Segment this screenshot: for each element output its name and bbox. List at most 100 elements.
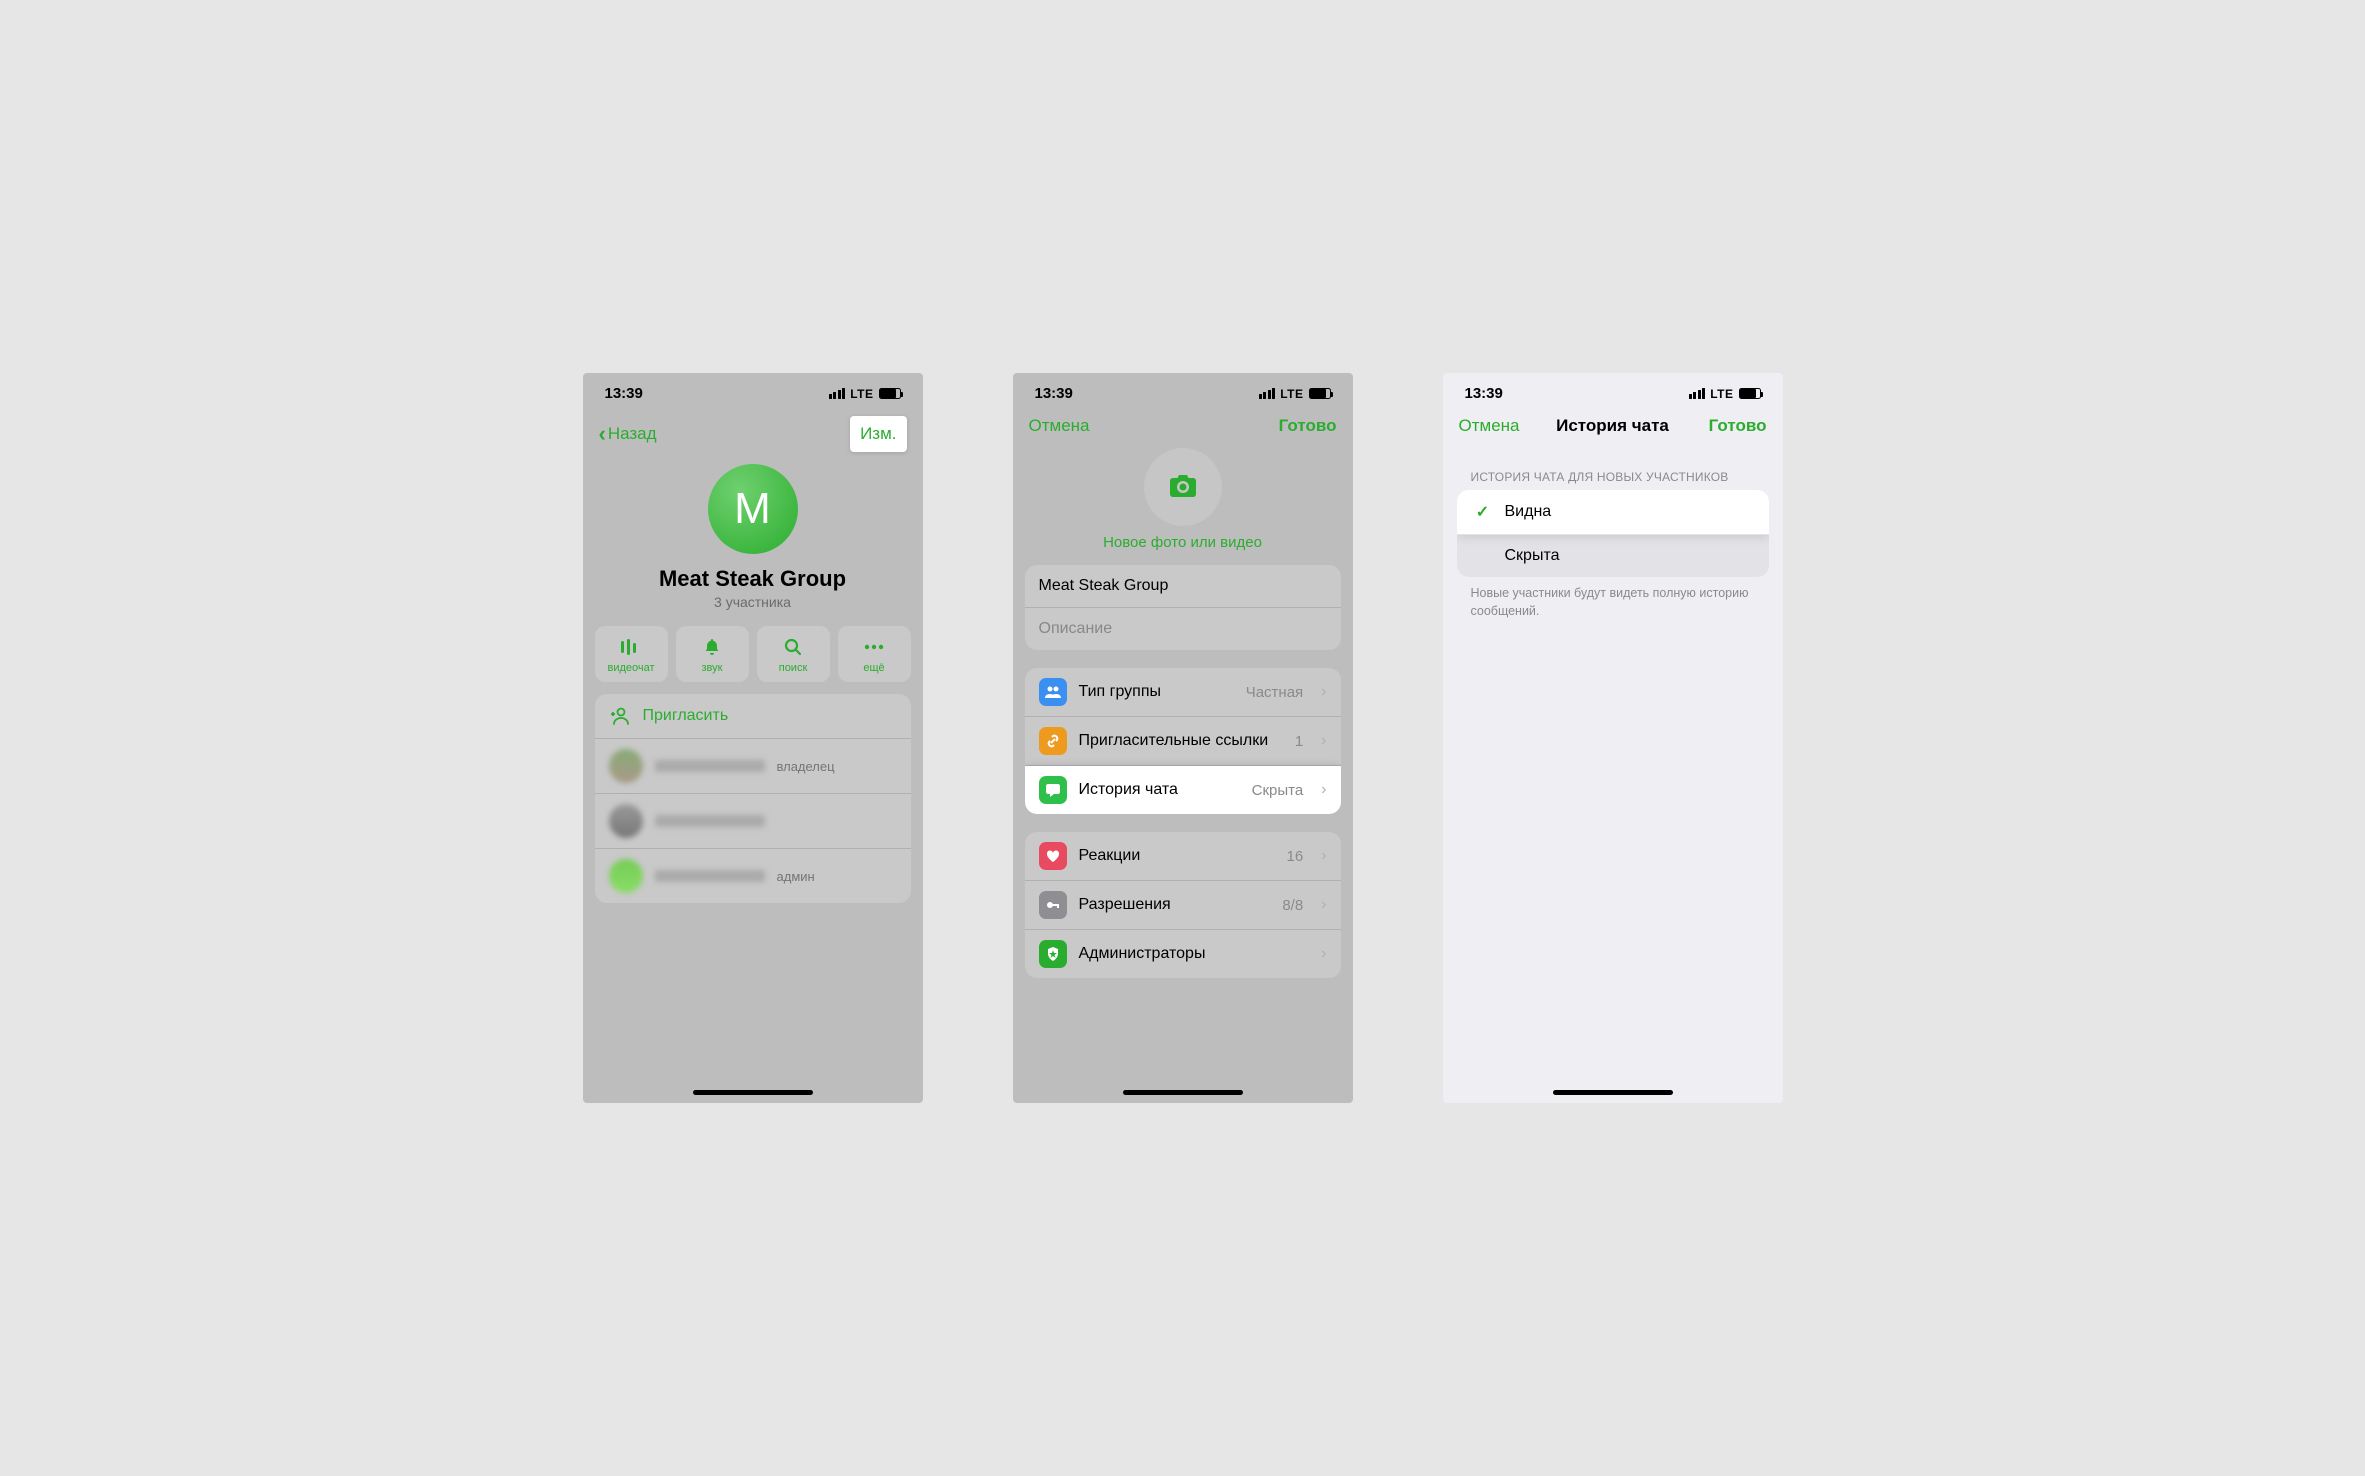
nav-bar: ‹ Назад Изм. xyxy=(583,410,923,464)
chevron-left-icon: ‹ xyxy=(599,423,606,445)
phone-screen-chat-history: 13:39 LTE Отмена История чата Готово ИСТ… xyxy=(1443,373,1783,1103)
avatar-edit-button[interactable] xyxy=(1144,448,1222,526)
members-count: 3 участника xyxy=(595,594,911,610)
admins-row[interactable]: Администраторы › xyxy=(1025,930,1341,978)
chevron-right-icon: › xyxy=(1321,683,1326,701)
nav-bar: Отмена Готово xyxy=(1013,410,1353,448)
done-button[interactable]: Готово xyxy=(1709,416,1767,436)
search-label: поиск xyxy=(779,662,808,674)
status-time: 13:39 xyxy=(1035,385,1073,402)
back-label: Назад xyxy=(608,424,657,444)
section-header: ИСТОРИЯ ЧАТА ДЛЯ НОВЫХ УЧАСТНИКОВ xyxy=(1453,448,1773,490)
settings-block-2: Реакции 16 › Разрешения 8/8 › Администра… xyxy=(1025,832,1341,978)
cancel-label: Отмена xyxy=(1459,416,1520,436)
done-button[interactable]: Готово xyxy=(1279,416,1337,436)
option-hidden-label: Скрыта xyxy=(1505,547,1560,565)
member-role: владелец xyxy=(777,759,835,774)
invite-links-row[interactable]: Пригласительные ссылки 1 › xyxy=(1025,717,1341,766)
description-input[interactable]: Описание xyxy=(1025,608,1341,650)
add-user-icon xyxy=(609,706,631,726)
videochat-button[interactable]: видеочат xyxy=(595,626,668,682)
chevron-right-icon: › xyxy=(1321,847,1326,865)
description-placeholder: Описание xyxy=(1039,620,1113,637)
back-button[interactable]: ‹ Назад xyxy=(599,423,657,445)
member-row[interactable] xyxy=(595,794,911,849)
group-type-label: Тип группы xyxy=(1079,683,1234,701)
option-visible[interactable]: ✓ Видна xyxy=(1457,490,1769,535)
battery-icon xyxy=(879,388,901,399)
member-name-blurred xyxy=(655,870,765,882)
chevron-right-icon: › xyxy=(1321,896,1326,914)
heart-icon xyxy=(1039,842,1067,870)
reactions-label: Реакции xyxy=(1079,847,1275,865)
group-avatar[interactable]: M xyxy=(708,464,798,554)
visibility-options: ✓ Видна Скрыта xyxy=(1457,490,1769,577)
sound-button[interactable]: звук xyxy=(676,626,749,682)
name-description-block: Meat Steak Group Описание xyxy=(1025,565,1341,650)
network-label: LTE xyxy=(1280,387,1303,401)
chat-history-label: История чата xyxy=(1079,781,1240,799)
option-visible-label: Видна xyxy=(1505,503,1552,521)
chat-history-value: Скрыта xyxy=(1252,782,1304,799)
cancel-button[interactable]: Отмена xyxy=(1459,416,1520,436)
network-label: LTE xyxy=(1710,387,1733,401)
more-icon xyxy=(864,636,884,658)
home-indicator xyxy=(693,1090,813,1095)
section-footer: Новые участники будут видеть полную исто… xyxy=(1453,577,1773,628)
shield-icon xyxy=(1039,940,1067,968)
group-type-row[interactable]: Тип группы Частная › xyxy=(1025,668,1341,717)
status-bar: 13:39 LTE xyxy=(1443,373,1783,410)
member-role: админ xyxy=(777,869,815,884)
member-avatar xyxy=(609,749,643,783)
permissions-row[interactable]: Разрешения 8/8 › xyxy=(1025,881,1341,930)
invite-button[interactable]: Пригласить xyxy=(595,694,911,739)
page-title: История чата xyxy=(1556,416,1669,436)
reactions-row[interactable]: Реакции 16 › xyxy=(1025,832,1341,881)
avatar-letter: M xyxy=(734,484,771,534)
phone-screen-group-edit: 13:39 LTE Отмена Готово Новое фото или в… xyxy=(1013,373,1353,1103)
group-type-value: Частная xyxy=(1246,684,1303,701)
search-button[interactable]: поиск xyxy=(757,626,830,682)
network-label: LTE xyxy=(850,387,873,401)
permissions-value: 8/8 xyxy=(1282,897,1303,914)
member-avatar xyxy=(609,804,643,838)
chevron-right-icon: › xyxy=(1321,781,1326,799)
group-title: Meat Steak Group xyxy=(595,566,911,592)
status-bar: 13:39 LTE xyxy=(1013,373,1353,410)
chat-history-row[interactable]: История чата Скрыта › xyxy=(1025,766,1341,814)
admins-label: Администраторы xyxy=(1079,945,1304,963)
more-button[interactable]: ещё xyxy=(838,626,911,682)
key-icon xyxy=(1039,891,1067,919)
cancel-button[interactable]: Отмена xyxy=(1029,416,1090,436)
bell-icon xyxy=(703,636,721,658)
videochat-icon xyxy=(620,636,642,658)
status-time: 13:39 xyxy=(605,385,643,402)
member-row[interactable]: владелец xyxy=(595,739,911,794)
status-bar: 13:39 LTE xyxy=(583,373,923,410)
new-photo-button[interactable]: Новое фото или видео xyxy=(1025,534,1341,551)
more-label: ещё xyxy=(863,662,884,674)
sound-label: звук xyxy=(702,662,723,674)
group-name-value: Meat Steak Group xyxy=(1039,577,1169,594)
permissions-label: Разрешения xyxy=(1079,896,1271,914)
member-row[interactable]: админ xyxy=(595,849,911,903)
signal-icon xyxy=(1689,388,1706,399)
invite-label: Пригласить xyxy=(643,707,729,725)
group-type-icon xyxy=(1039,678,1067,706)
option-hidden[interactable]: Скрыта xyxy=(1457,535,1769,577)
videochat-label: видеочат xyxy=(607,662,654,674)
chevron-right-icon: › xyxy=(1321,945,1326,963)
members-list: Пригласить владелец админ xyxy=(595,694,911,903)
edit-button[interactable]: Изм. xyxy=(850,416,906,452)
status-time: 13:39 xyxy=(1465,385,1503,402)
member-avatar xyxy=(609,859,643,893)
camera-icon xyxy=(1168,474,1198,500)
nav-bar: Отмена История чата Готово xyxy=(1443,410,1783,448)
battery-icon xyxy=(1309,388,1331,399)
group-name-input[interactable]: Meat Steak Group xyxy=(1025,565,1341,608)
home-indicator xyxy=(1123,1090,1243,1095)
done-label: Готово xyxy=(1709,416,1767,436)
search-icon xyxy=(784,636,802,658)
done-label: Готово xyxy=(1279,416,1337,436)
invite-links-value: 1 xyxy=(1295,733,1303,750)
